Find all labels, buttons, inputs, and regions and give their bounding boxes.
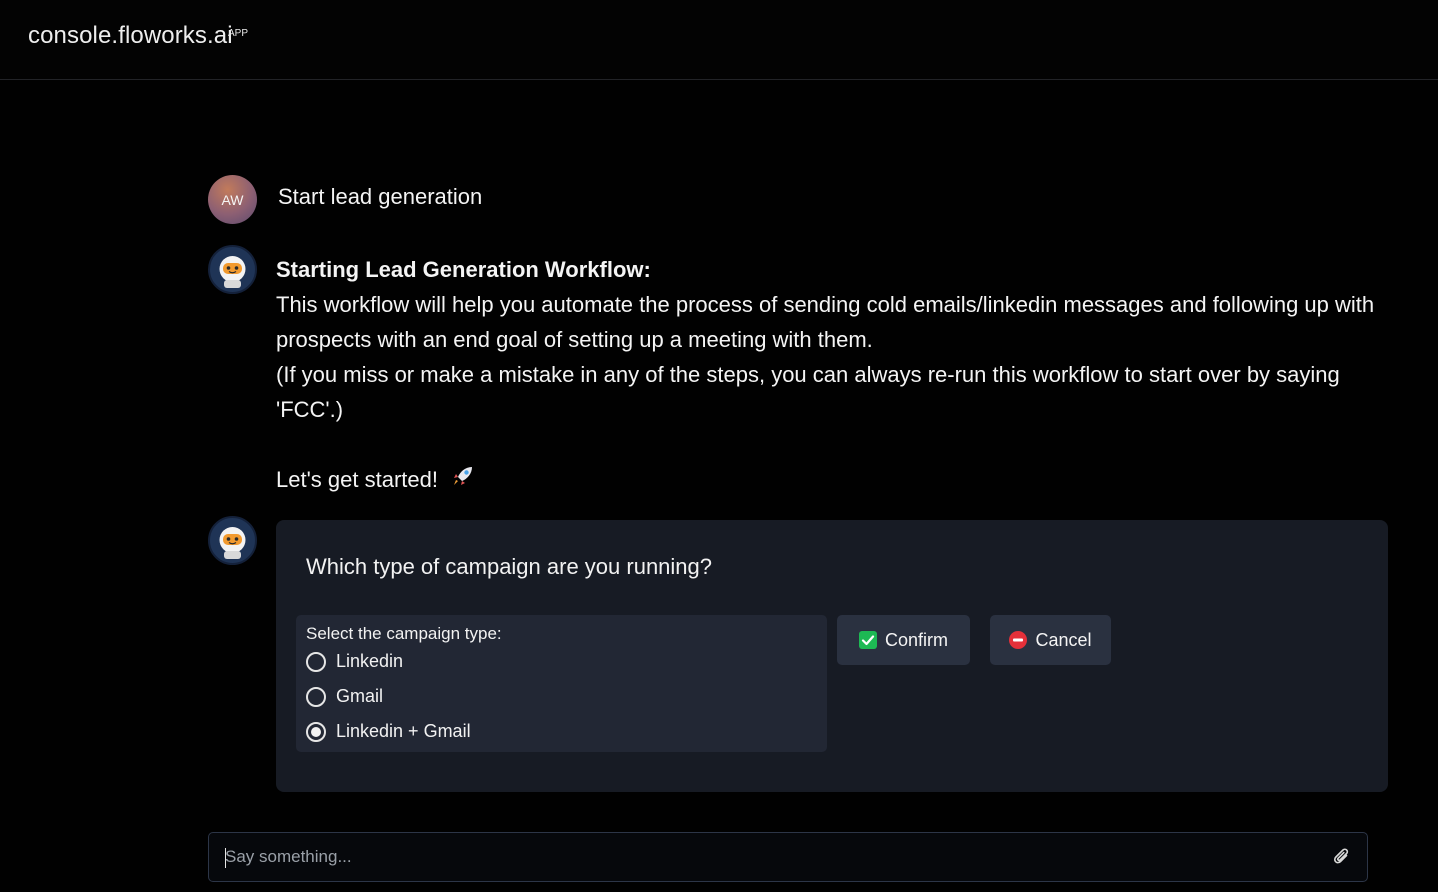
- radio-button-selected[interactable]: [306, 721, 326, 742]
- campaign-card: Which type of campaign are you running? …: [276, 520, 1388, 792]
- radio-label: Linkedin + Gmail: [336, 721, 471, 741]
- message-composer: [208, 832, 1368, 882]
- bot-avatar: [208, 245, 257, 294]
- confirm-button-label: Confirm: [884, 629, 948, 650]
- radio-option-linkedin-gmail[interactable]: Linkedin + Gmail: [306, 721, 471, 742]
- campaign-type-radio-group: Select the campaign type: Linkedin Gmail…: [296, 615, 827, 752]
- bot-message-paragraph: This workflow will help you automate the…: [276, 292, 1375, 352]
- text-caret: [225, 848, 226, 868]
- radio-option-gmail[interactable]: Gmail: [306, 686, 383, 707]
- user-message: Start lead generation: [278, 184, 483, 209]
- bot-message-closing: Let's get started!: [276, 467, 438, 492]
- cancel-button[interactable]: Cancel: [990, 615, 1111, 665]
- rocket-icon: [450, 463, 476, 499]
- radio-label: Linkedin: [336, 651, 404, 671]
- radio-group-title: Select the campaign type:: [306, 624, 502, 643]
- message-input[interactable]: [223, 833, 1323, 881]
- cancel-button-label: Cancel: [1035, 629, 1092, 650]
- bot-message-closing-line: Let's get started!: [276, 462, 1376, 499]
- bot-message-paragraph: (If you miss or make a mistake in any of…: [276, 362, 1340, 422]
- radio-button[interactable]: [306, 686, 326, 707]
- bot-avatar: [208, 516, 257, 565]
- radio-option-linkedin[interactable]: Linkedin: [306, 651, 403, 672]
- brand-tag: APP: [228, 28, 249, 39]
- campaign-question: Which type of campaign are you running?: [306, 554, 713, 579]
- bot-message-title: Starting Lead Generation Workflow:: [276, 257, 651, 282]
- user-avatar-initials: AW: [221, 191, 244, 208]
- astronaut-icon: [219, 256, 246, 288]
- top-bar: console.floworks.ai APP: [0, 0, 1438, 80]
- radio-button[interactable]: [306, 651, 326, 672]
- astronaut-icon: [219, 527, 246, 559]
- bot-message: Starting Lead Generation Workflow: This …: [276, 252, 1376, 499]
- checkbox-check-icon: [858, 631, 877, 649]
- paperclip-icon[interactable]: [1333, 847, 1351, 872]
- brand-title: console.floworks.ai: [28, 22, 233, 49]
- no-entry-icon: [1009, 631, 1028, 649]
- user-avatar: AW: [208, 175, 257, 224]
- radio-label: Gmail: [336, 686, 384, 706]
- confirm-button[interactable]: Confirm: [837, 615, 970, 665]
